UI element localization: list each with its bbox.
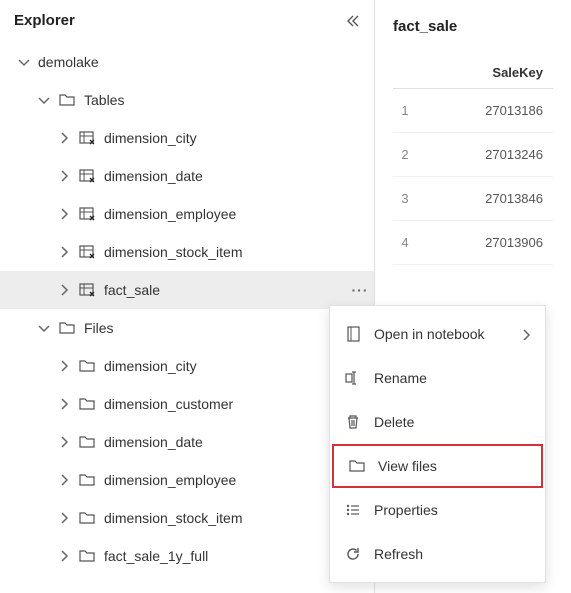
rename-icon xyxy=(344,369,362,387)
explorer-panel: Explorer demolake Tables dimension_city … xyxy=(0,0,375,593)
tree-node-label: demolake xyxy=(38,54,374,70)
menu-item-rename[interactable]: Rename xyxy=(330,356,545,400)
chevron-right-icon[interactable] xyxy=(56,168,72,184)
tree-node-root[interactable]: demolake xyxy=(0,43,374,81)
collapse-panel-icon[interactable] xyxy=(346,14,360,28)
chevron-right-icon xyxy=(519,328,531,340)
folder-icon xyxy=(78,433,96,451)
row-index: 4 xyxy=(393,221,423,265)
notebook-icon xyxy=(344,325,362,343)
table-icon xyxy=(78,205,96,223)
table-icon xyxy=(78,243,96,261)
chevron-down-icon[interactable] xyxy=(36,92,52,108)
tree-node-tables[interactable]: Tables xyxy=(0,81,374,119)
menu-item-properties[interactable]: Properties xyxy=(330,488,545,532)
row-value: 27013246 xyxy=(423,133,553,177)
chevron-right-icon[interactable] xyxy=(56,510,72,526)
chevron-right-icon[interactable] xyxy=(56,206,72,222)
tree-node-folder[interactable]: dimension_customer xyxy=(0,385,374,423)
tree-node-files[interactable]: Files xyxy=(0,309,374,347)
properties-icon xyxy=(344,501,362,519)
tree-node-folder[interactable]: dimension_city xyxy=(0,347,374,385)
table-row[interactable]: 327013846 xyxy=(393,177,553,221)
row-value: 27013906 xyxy=(423,221,553,265)
tree-node-table[interactable]: dimension_employee xyxy=(0,195,374,233)
tree-node-folder[interactable]: dimension_date xyxy=(0,423,374,461)
folder-icon xyxy=(78,547,96,565)
tree-node-label: dimension_city xyxy=(104,130,374,146)
chevron-down-icon[interactable] xyxy=(36,320,52,336)
tree-node-folder[interactable]: dimension_employee xyxy=(0,461,374,499)
chevron-right-icon[interactable] xyxy=(56,434,72,450)
preview-title: fact_sale xyxy=(393,18,571,35)
tree-node-table[interactable]: dimension_stock_item xyxy=(0,233,374,271)
row-index: 3 xyxy=(393,177,423,221)
tree-node-label: dimension_stock_item xyxy=(104,244,374,260)
folder-icon xyxy=(78,357,96,375)
folder-icon xyxy=(78,471,96,489)
tree-node-label: Tables xyxy=(84,92,374,108)
tree-node-label: dimension_employee xyxy=(104,206,374,222)
menu-item-view-files[interactable]: View files xyxy=(332,444,543,488)
table-row[interactable]: 227013246 xyxy=(393,133,553,177)
chevron-right-icon[interactable] xyxy=(56,396,72,412)
chevron-right-icon[interactable] xyxy=(56,548,72,564)
table-row[interactable]: 127013186 xyxy=(393,89,553,133)
tree-node-label: dimension_date xyxy=(104,168,374,184)
table-icon xyxy=(78,129,96,147)
folder-icon xyxy=(58,319,76,337)
tree-node-table[interactable]: dimension_date xyxy=(0,157,374,195)
menu-item-open-notebook[interactable]: Open in notebook xyxy=(330,312,545,356)
chevron-down-icon[interactable] xyxy=(16,54,32,70)
folder-icon xyxy=(58,91,76,109)
row-index: 2 xyxy=(393,133,423,177)
row-index: 1 xyxy=(393,89,423,133)
menu-item-delete[interactable]: Delete xyxy=(330,400,545,444)
row-value: 27013846 xyxy=(423,177,553,221)
chevron-right-icon[interactable] xyxy=(56,130,72,146)
context-menu: Open in notebook Rename Delete View file… xyxy=(329,305,546,583)
trash-icon xyxy=(344,413,362,431)
menu-item-label: View files xyxy=(378,458,527,474)
tree-node-folder[interactable]: fact_sale_1y_full xyxy=(0,537,374,575)
folder-icon xyxy=(78,395,96,413)
tree-node-table-selected[interactable]: fact_sale ··· xyxy=(0,271,374,309)
table-header-column[interactable]: SaleKey xyxy=(423,57,553,89)
explorer-tree: demolake Tables dimension_city dimension… xyxy=(0,43,374,575)
menu-item-label: Refresh xyxy=(374,546,531,562)
explorer-title: Explorer xyxy=(14,12,75,29)
table-icon xyxy=(78,281,96,299)
menu-item-label: Rename xyxy=(374,370,531,386)
data-preview-table: SaleKey 127013186 227013246 327013846 42… xyxy=(393,57,553,265)
table-icon xyxy=(78,167,96,185)
preview-panel: fact_sale SaleKey 127013186 227013246 32… xyxy=(375,0,571,265)
tree-node-folder[interactable]: dimension_stock_item xyxy=(0,499,374,537)
tree-node-label: fact_sale xyxy=(104,282,346,298)
folder-icon xyxy=(348,457,366,475)
more-options-button[interactable]: ··· xyxy=(346,282,374,298)
folder-icon xyxy=(78,509,96,527)
chevron-right-icon[interactable] xyxy=(56,244,72,260)
chevron-right-icon[interactable] xyxy=(56,282,72,298)
chevron-right-icon[interactable] xyxy=(56,358,72,374)
row-value: 27013186 xyxy=(423,89,553,133)
menu-item-label: Open in notebook xyxy=(374,326,519,342)
tree-node-table[interactable]: dimension_city xyxy=(0,119,374,157)
table-header-index xyxy=(393,57,423,89)
table-row[interactable]: 427013906 xyxy=(393,221,553,265)
menu-item-refresh[interactable]: Refresh xyxy=(330,532,545,576)
chevron-right-icon[interactable] xyxy=(56,472,72,488)
refresh-icon xyxy=(344,545,362,563)
menu-item-label: Properties xyxy=(374,502,531,518)
menu-item-label: Delete xyxy=(374,414,531,430)
